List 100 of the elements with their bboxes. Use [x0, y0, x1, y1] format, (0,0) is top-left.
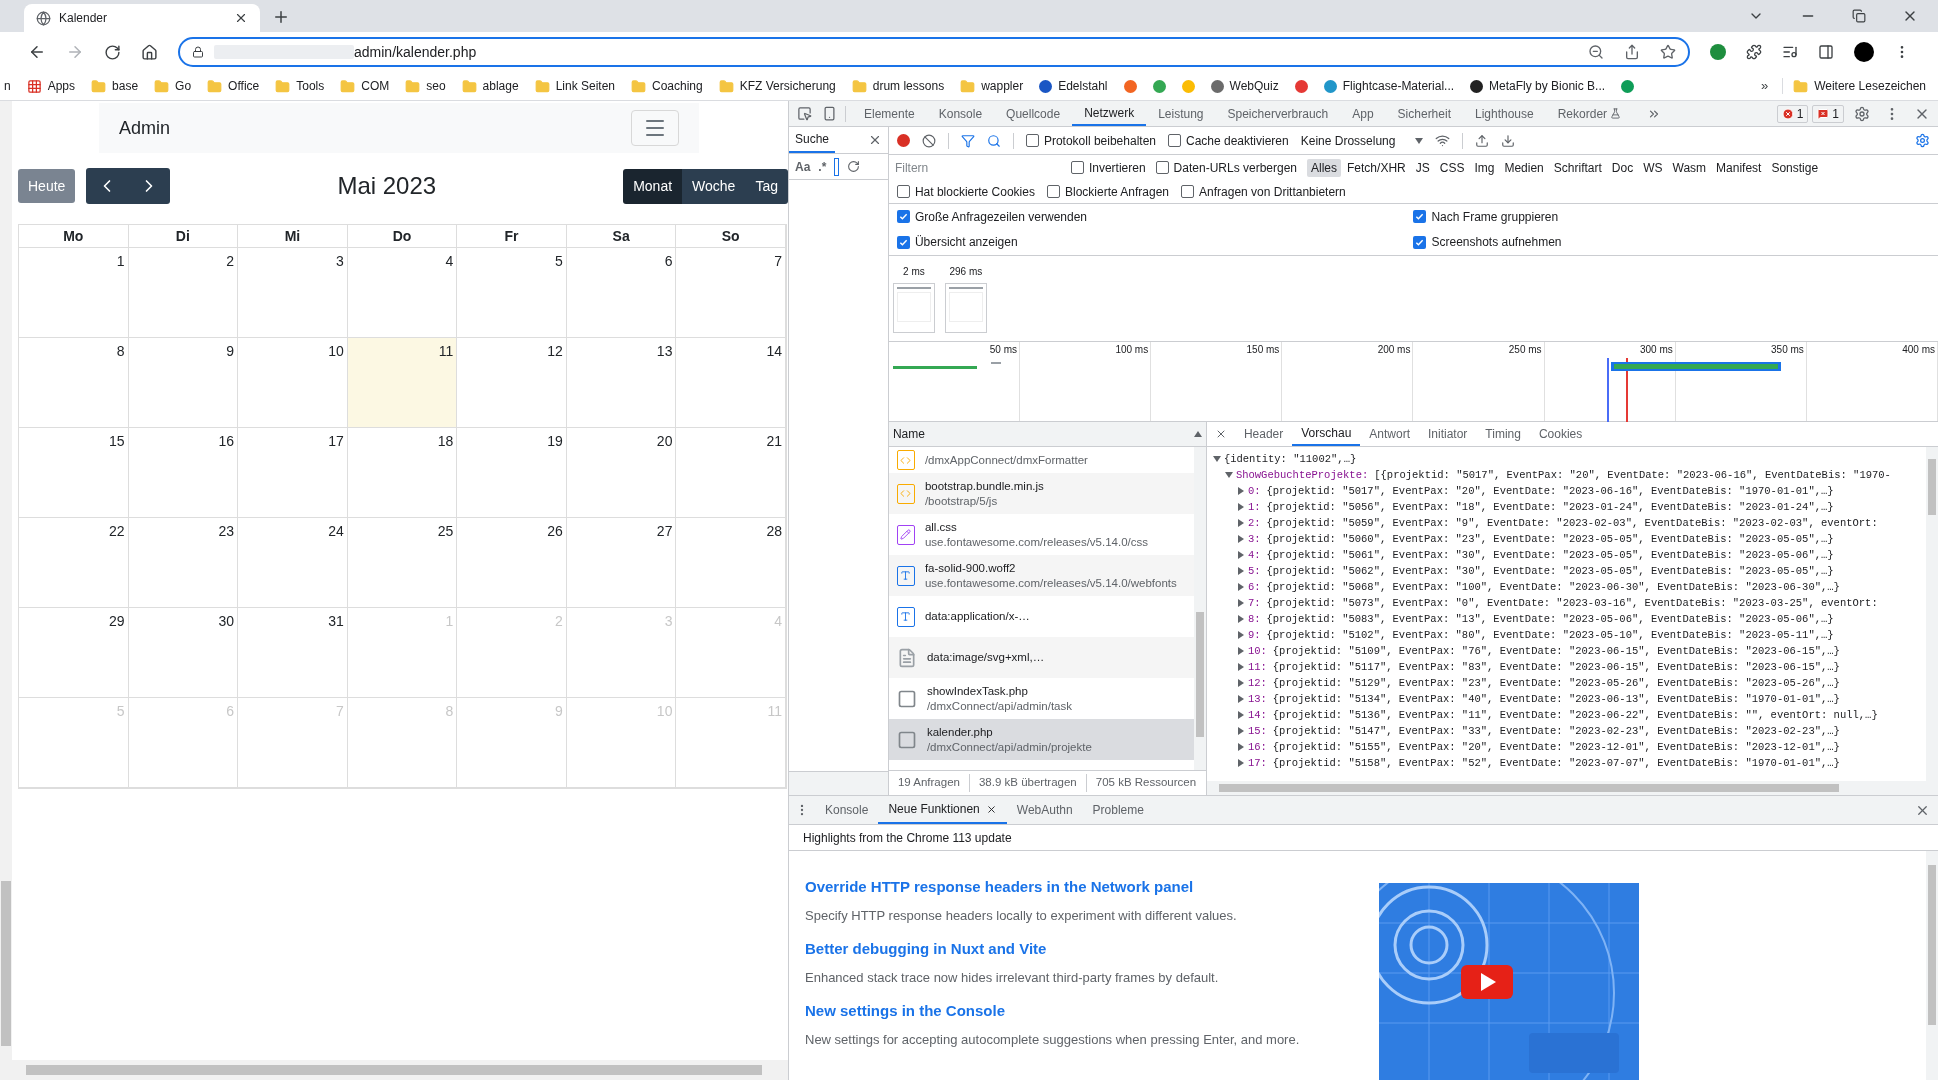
- bookmark[interactable]: n: [0, 74, 17, 98]
- star-icon[interactable]: [1660, 44, 1676, 60]
- detail-tab[interactable]: Cookies: [1529, 422, 1592, 446]
- search-field[interactable]: [834, 157, 840, 176]
- bookmark[interactable]: WebQuiz: [1204, 74, 1285, 98]
- day-cell[interactable]: 6: [566, 248, 677, 338]
- day-cell[interactable]: 21: [676, 428, 786, 518]
- devtools-tab[interactable]: Elemente: [852, 101, 927, 126]
- match-case-toggle[interactable]: Aa: [795, 157, 811, 176]
- view-button[interactable]: Monat: [623, 168, 683, 204]
- devtools-tab[interactable]: Speicherverbrauch: [1215, 101, 1341, 126]
- address-field[interactable]: admin/kalender.php: [178, 37, 1690, 67]
- checkbox[interactable]: [896, 185, 910, 198]
- type-filter-button[interactable]: Sonstige: [1767, 158, 1823, 177]
- checkbox[interactable]: [1025, 134, 1039, 147]
- day-cell[interactable]: 9: [128, 338, 239, 428]
- brand-text[interactable]: Admin: [119, 114, 171, 142]
- puzzle-icon[interactable]: [1746, 44, 1762, 60]
- drawer-tab[interactable]: Konsole: [815, 796, 879, 824]
- horizontal-scrollbar[interactable]: [1206, 781, 1938, 795]
- type-filter-button[interactable]: Schriftart: [1549, 158, 1606, 177]
- more-bookmarks-text[interactable]: »: [1750, 76, 1779, 96]
- horizontal-scrollbar[interactable]: [0, 1060, 788, 1080]
- drawer-tab[interactable]: WebAuthn: [1006, 796, 1083, 824]
- type-filter-button[interactable]: Img: [1470, 158, 1499, 177]
- bookmark[interactable]: COM: [334, 74, 396, 98]
- settings-icon[interactable]: [1854, 105, 1870, 122]
- close-icon[interactable]: [234, 11, 248, 25]
- checkbox[interactable]: [1046, 185, 1060, 198]
- devtools-tab[interactable]: Quellcode: [994, 101, 1073, 126]
- request-row[interactable]: data:image/svg+xml,…: [888, 637, 1194, 678]
- bookmark[interactable]: Weitere Lesezeichen: [1787, 77, 1932, 95]
- bookmark[interactable]: Go: [148, 74, 198, 98]
- page-screenshot-thumbnail[interactable]: [944, 283, 987, 333]
- checkbox[interactable]: [1181, 185, 1195, 198]
- request-row[interactable]: bootstrap.bundle.min.js /bootstrap/5/js: [888, 473, 1194, 514]
- bookmark[interactable]: Office: [201, 74, 266, 98]
- drawer-tab[interactable]: Neue Funktionen: [878, 796, 1007, 824]
- checkbox[interactable]: [896, 210, 910, 224]
- column-header[interactable]: Name: [892, 425, 925, 443]
- checkbox[interactable]: [896, 235, 910, 249]
- browser-tab[interactable]: Kalender: [24, 4, 260, 32]
- checkbox[interactable]: [1070, 161, 1084, 174]
- day-cell[interactable]: 19: [457, 428, 567, 518]
- bookmark[interactable]: base: [85, 74, 145, 98]
- devtools-tab[interactable]: App: [1340, 101, 1386, 126]
- share-icon[interactable]: [1624, 44, 1640, 60]
- day-cell[interactable]: 25: [347, 518, 458, 608]
- type-filter-button[interactable]: JS: [1411, 158, 1434, 177]
- day-cell[interactable]: 12: [457, 338, 567, 428]
- throttling-dropdown[interactable]: Keine Drosselung: [1300, 131, 1424, 150]
- day-cell[interactable]: 8: [19, 338, 129, 428]
- type-filter-button[interactable]: Wasm: [1668, 158, 1711, 177]
- drawer-tab[interactable]: Probleme: [1082, 796, 1154, 824]
- day-cell[interactable]: 26: [457, 518, 567, 608]
- bookmark[interactable]: Apps: [20, 74, 82, 98]
- bookmark[interactable]: Coaching: [625, 74, 709, 98]
- request-row[interactable]: kalender.php /dmxConnect/api/admin/projekte: [888, 719, 1194, 760]
- view-button[interactable]: Woche: [682, 168, 746, 204]
- device-toolbar-icon[interactable]: [822, 106, 837, 121]
- bookmark[interactable]: Link Seiten: [528, 74, 621, 98]
- day-cell[interactable]: 13: [566, 338, 677, 428]
- request-row[interactable]: fa-solid-900.woff2 use.fontawesome.com/releases/v5.14.0/webfonts: [888, 555, 1194, 596]
- day-cell[interactable]: 23: [128, 518, 239, 608]
- day-cell[interactable]: 3: [238, 248, 348, 338]
- new-tab-icon[interactable]: [272, 8, 290, 26]
- home-icon[interactable]: [141, 43, 158, 61]
- day-cell[interactable]: 10: [238, 338, 348, 428]
- day-cell[interactable]: 18: [347, 428, 458, 518]
- type-filter-button[interactable]: Manifest: [1712, 158, 1766, 177]
- day-cell[interactable]: 20: [566, 428, 677, 518]
- day-cell[interactable]: 16: [128, 428, 239, 518]
- type-filter-button[interactable]: Medien: [1500, 158, 1548, 177]
- export-icon[interactable]: [1501, 133, 1516, 148]
- checkbox[interactable]: [1413, 210, 1427, 224]
- clear-icon[interactable]: [921, 133, 936, 148]
- menu-button[interactable]: [631, 110, 679, 146]
- bookmark[interactable]: drum lessons: [845, 74, 951, 98]
- type-filter-button[interactable]: Doc: [1607, 158, 1638, 177]
- bookmark[interactable]: MetaFly by Bionic B...: [1464, 74, 1612, 98]
- bookmark[interactable]: seo: [399, 74, 452, 98]
- search-tab[interactable]: Suche: [789, 127, 836, 153]
- bookmark[interactable]: KFZ Versicherung: [712, 74, 842, 98]
- bookmark[interactable]: Tools: [269, 74, 331, 98]
- search-icon[interactable]: [986, 133, 1001, 148]
- devtools-tab[interactable]: Lighthouse: [1463, 101, 1546, 126]
- record-button[interactable]: [896, 134, 910, 147]
- page-screenshot-thumbnail[interactable]: [892, 283, 935, 333]
- vertical-scrollbar[interactable]: [0, 101, 12, 1060]
- day-cell[interactable]: 5: [457, 248, 567, 338]
- vertical-scrollbar[interactable]: [1926, 851, 1938, 1080]
- day-cell[interactable]: 24: [238, 518, 348, 608]
- type-filter-button[interactable]: Alles: [1307, 158, 1342, 177]
- detail-tab[interactable]: Antwort: [1360, 422, 1419, 446]
- network-conditions-icon[interactable]: [1435, 133, 1451, 148]
- zoom-out-icon[interactable]: [1588, 44, 1604, 60]
- day-cell[interactable]: 11: [347, 338, 458, 428]
- type-filter-button[interactable]: CSS: [1435, 158, 1469, 177]
- issue-counter[interactable]: 1: [1812, 104, 1844, 123]
- side-panel-icon[interactable]: [1818, 44, 1834, 60]
